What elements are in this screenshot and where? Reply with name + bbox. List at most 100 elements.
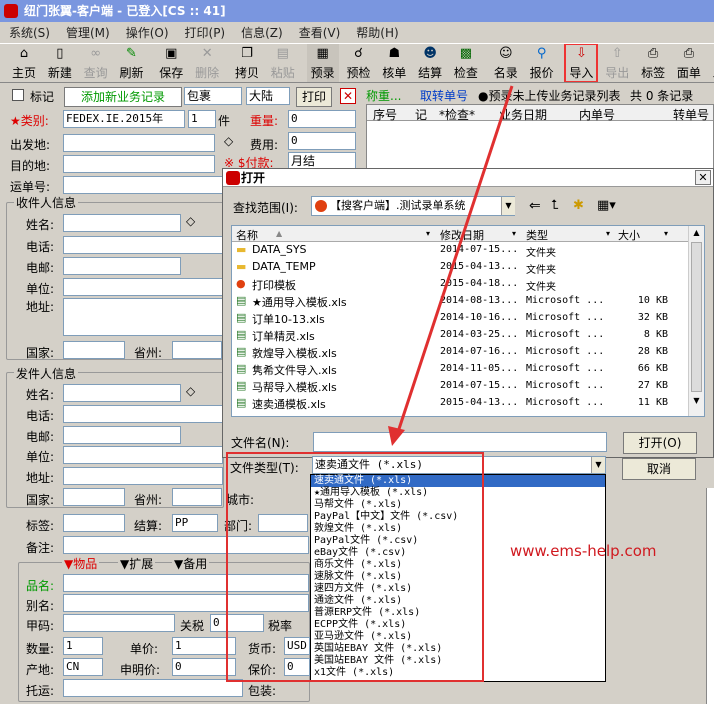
toolbar-settle-button[interactable]: ☻ 结算 <box>414 44 446 82</box>
col-name[interactable]: 名称 <box>236 227 258 243</box>
tab-backup[interactable]: ▼备用 <box>172 555 210 572</box>
file-row[interactable]: ▤ ★通用导入模板.xls 2014-08-13... Microsoft ... 10… <box>232 293 704 310</box>
menu-system[interactable]: 系统(S) <box>0 22 57 41</box>
file-row[interactable]: ▤ 隽希文件导入.xls 2014-11-05... Microsoft ... 66 … <box>232 361 704 378</box>
menu-view[interactable]: 查看(V) <box>290 22 348 41</box>
col-date[interactable]: 业务日期 <box>499 106 547 123</box>
up-folder-icon[interactable]: ⮤ <box>551 198 559 213</box>
cancel-button[interactable]: 取消 <box>622 458 696 480</box>
scroll-thumb[interactable] <box>691 242 702 392</box>
file-row[interactable]: ▬ DATA_TEMP 2015-04-13... 文件夹 <box>232 259 704 276</box>
scroll-up-icon[interactable]: ▲ <box>689 226 704 240</box>
view-menu-icon[interactable]: ▦▾ <box>597 198 616 213</box>
sender-company-input[interactable] <box>63 446 223 464</box>
toolbar-invoice-button[interactable]: ⎙发票 <box>709 44 714 82</box>
toolbar-delete-button[interactable]: ✕ 删除 <box>191 44 223 82</box>
menu-print[interactable]: 打印(P) <box>176 22 233 41</box>
menu-info[interactable]: 信息(Z) <box>232 22 290 41</box>
records-grid[interactable]: 序号 记 *检查* 业务日期 内单号 转单号 <box>366 104 714 170</box>
file-row[interactable]: ▤ 速卖通模板.xls 2015-04-13... Microsoft ... 11 K… <box>232 395 704 412</box>
tab-goods[interactable]: ▼物品 <box>62 555 100 572</box>
sender-country-input[interactable] <box>63 488 125 506</box>
toolbar-directory-button[interactable]: ☺ 名录 <box>490 44 522 82</box>
add-record-button[interactable]: 添加新业务记录 <box>64 87 182 107</box>
mark-checkbox[interactable] <box>12 89 24 101</box>
receiver-country-input[interactable] <box>63 341 125 359</box>
print-button[interactable]: 打印 <box>296 87 332 107</box>
file-row[interactable]: ▤ 马帮导入模板.xls 2014-07-15... Microsoft ... 27 … <box>232 378 704 395</box>
receiver-name-input[interactable] <box>63 214 181 232</box>
file-row[interactable]: ▤ 敦煌导入模板.xls 2014-07-16... Microsoft ... 28 … <box>232 344 704 361</box>
scroll-down-icon[interactable]: ▼ <box>689 394 704 408</box>
settle-select[interactable]: PP <box>172 514 218 532</box>
sender-phone-input[interactable] <box>63 405 223 423</box>
toolbar-verify-button[interactable]: ☗ 核单 <box>378 44 410 82</box>
col-type[interactable]: 类型 <box>526 227 548 243</box>
col-mark[interactable]: 记 <box>415 106 427 123</box>
destination-input[interactable] <box>63 155 215 173</box>
origin-country-input[interactable]: CN <box>63 658 103 676</box>
col-index[interactable]: 序号 <box>373 106 397 123</box>
file-list[interactable]: 名称 ▲ ▾ 修改日期 ▾ 类型 ▾ 大小 ▾ ▬ DATA_SYS 2014-07… <box>231 225 705 417</box>
region-select[interactable]: 大陆 <box>246 87 290 105</box>
lookin-select[interactable]: 【搜客户端】.测试录单系统 <box>311 196 515 216</box>
sender-province-input[interactable] <box>172 488 222 506</box>
toolbar-waybill-button[interactable]: ⎙ 面单 <box>673 44 705 82</box>
toolbar-home-button[interactable]: ⌂ 主页 <box>8 44 40 82</box>
toolbar-import-button[interactable]: ⇩ 导入 <box>564 44 599 82</box>
toolbar-query-button[interactable]: ∞ 查询 <box>80 44 112 82</box>
weight-input[interactable]: 0 <box>288 110 356 128</box>
filetype-dropdown-icon[interactable]: ▼ <box>591 457 605 473</box>
sender-address-input[interactable] <box>63 467 223 485</box>
file-row[interactable]: ● 打印模板 2015-04-18... 文件夹 <box>232 276 704 293</box>
menu-operate[interactable]: 操作(O) <box>117 22 176 41</box>
fee-input[interactable]: 0 <box>288 132 356 150</box>
receiver-phone-input[interactable] <box>63 236 223 254</box>
toolbar-copy-button[interactable]: ❐ 拷贝 <box>231 44 263 82</box>
pack-type-select[interactable]: 包裹 <box>184 87 242 105</box>
open-button[interactable]: 打开(O) <box>623 432 697 454</box>
file-row[interactable]: ▤ 订单10-13.xls 2014-10-16... Microsoft ... 32… <box>232 310 704 327</box>
qty-input[interactable]: 1 <box>63 637 103 655</box>
toolbar-new-button[interactable]: ▯ 新建 <box>44 44 76 82</box>
file-row[interactable]: ▤ 订单精灵.xls 2014-03-25... Microsoft ... 8 KB <box>232 327 704 344</box>
tracking-input[interactable] <box>63 176 223 194</box>
back-arrow-icon[interactable]: ⇐ <box>529 198 541 214</box>
col-inner-no[interactable]: 内单号 <box>579 106 615 123</box>
toolbar-refresh-button[interactable]: ✎ 刷新 <box>115 44 147 82</box>
menu-manage[interactable]: 管理(M) <box>57 22 117 41</box>
receiver-province-input[interactable] <box>172 341 222 359</box>
origin-input[interactable] <box>63 134 215 152</box>
toolbar-precheck-button[interactable]: ☌ 预检 <box>342 44 374 82</box>
col-date-dropdown-icon[interactable]: ▾ <box>512 229 516 238</box>
tab-extend[interactable]: ▼扩展 <box>118 555 156 572</box>
toolbar-label-button[interactable]: ⎙ 标签 <box>637 44 669 82</box>
file-row[interactable]: ▬ DATA_SYS 2014-07-15... 文件夹 <box>232 242 704 259</box>
file-list-scrollbar[interactable]: ▲ ▼ <box>688 226 704 416</box>
tag-input[interactable] <box>63 514 125 532</box>
col-name-dropdown-icon[interactable]: ▾ <box>426 229 430 238</box>
filename-input[interactable] <box>313 432 607 452</box>
menu-help[interactable]: 帮助(H) <box>347 22 405 41</box>
new-folder-icon[interactable]: ✱ <box>573 198 584 213</box>
dialog-close-icon[interactable]: ✕ <box>695 170 711 185</box>
toolbar-paste-button[interactable]: ▤ 粘贴 <box>267 44 299 82</box>
receiver-company-input[interactable] <box>63 278 223 296</box>
sender-name-input[interactable] <box>63 384 181 402</box>
receiver-postcode-input[interactable] <box>63 257 181 275</box>
toolbar-prerecord-button[interactable]: ▦ 预录 <box>306 44 339 82</box>
category-input[interactable]: FEDEX.IE.2015年 <box>63 110 185 128</box>
transfer-number-link[interactable]: 取转单号 <box>420 87 468 104</box>
col-size[interactable]: 大小 <box>618 227 640 243</box>
code-input[interactable] <box>63 614 175 632</box>
toolbar-save-button[interactable]: ▣ 保存 <box>155 44 187 82</box>
col-size-dropdown-icon[interactable]: ▾ <box>664 229 668 238</box>
col-check[interactable]: *检查* <box>439 106 475 123</box>
receiver-address-input[interactable] <box>63 298 223 336</box>
count-input[interactable]: 1 <box>188 110 216 128</box>
col-date[interactable]: 修改日期 <box>440 227 484 243</box>
toolbar-export-button[interactable]: ⇧ 导出 <box>601 44 633 82</box>
lookin-dropdown-icon[interactable]: ▼ <box>501 197 515 215</box>
col-transfer-no[interactable]: 转单号 <box>673 106 709 123</box>
toolbar-inspect-button[interactable]: ▩ 检查 <box>450 44 482 82</box>
